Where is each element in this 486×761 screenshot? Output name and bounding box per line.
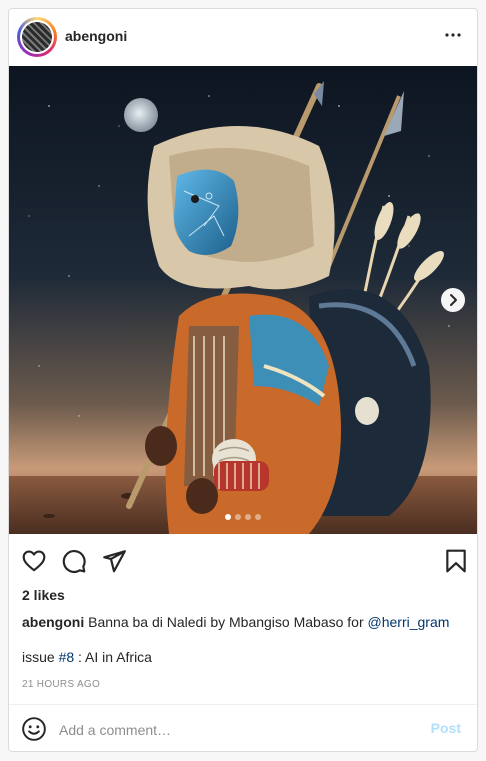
post-card: abengoni 2 likes abengoni Banna ba di Na… — [8, 8, 478, 752]
likes-count[interactable]: 2 likes — [22, 587, 65, 603]
carousel-dot — [255, 514, 261, 520]
carousel-dot — [235, 514, 241, 520]
post-image[interactable] — [9, 66, 477, 534]
post-caption: abengoni Banna ba di Naledi by Mbangiso … — [22, 613, 466, 631]
post-username[interactable]: abengoni — [65, 28, 127, 44]
carousel-indicator — [225, 514, 261, 520]
issue-prefix: issue — [22, 649, 59, 665]
caption-username[interactable]: abengoni — [22, 614, 84, 630]
post-header: abengoni — [9, 9, 477, 66]
comment-icon[interactable] — [61, 548, 87, 574]
caption-issue-line: issue #8 : AI in Africa — [22, 649, 152, 665]
post-comment-button[interactable]: Post — [431, 720, 461, 736]
more-options-icon[interactable] — [441, 23, 465, 47]
action-bar — [9, 542, 477, 582]
artwork-image — [9, 66, 477, 534]
bookmark-icon[interactable] — [443, 548, 469, 574]
comment-input[interactable] — [57, 716, 421, 744]
emoji-icon[interactable] — [21, 716, 47, 742]
avatar[interactable] — [17, 17, 57, 57]
share-icon[interactable] — [101, 548, 127, 574]
heart-icon[interactable] — [21, 548, 47, 574]
caption-text: Banna ba di Naledi by Mbangiso Mabaso fo… — [84, 614, 368, 630]
post-timestamp[interactable]: 21 HOURS AGO — [22, 679, 100, 690]
carousel-dot — [225, 514, 231, 520]
comment-bar: Post — [9, 704, 477, 751]
caption-mention-link[interactable]: @herri_gram — [368, 614, 450, 630]
carousel-dot — [245, 514, 251, 520]
chevron-right-icon[interactable] — [441, 288, 465, 312]
issue-suffix: : AI in Africa — [74, 649, 152, 665]
hashtag-link[interactable]: #8 — [59, 649, 75, 665]
